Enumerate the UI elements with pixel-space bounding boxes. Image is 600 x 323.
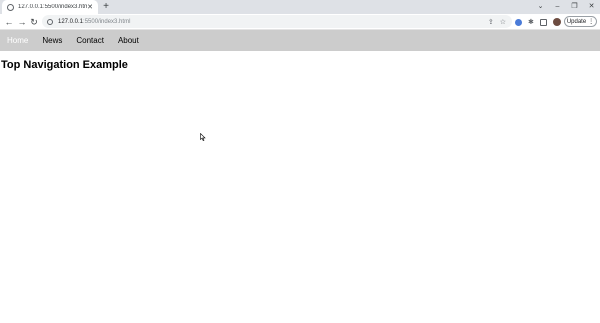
share-icon[interactable]: ⇪ [488, 18, 494, 26]
globe-icon [7, 3, 14, 11]
page-viewport: Home News Contact About Top Navigation Exam… [0, 30, 600, 323]
nav-link-news[interactable]: News [35, 30, 69, 51]
extension-icons: ✱ [515, 16, 561, 28]
reload-button[interactable]: ↻ [28, 16, 40, 28]
browser-tab[interactable]: 127.0.0.1:5500/index3.html ✕ [2, 0, 98, 14]
tab-close-icon[interactable]: ✕ [87, 4, 93, 11]
nav-link-about[interactable]: About [111, 30, 146, 51]
back-button[interactable]: ← [3, 16, 15, 28]
restore-icon[interactable]: ❐ [566, 0, 583, 14]
tab-title: 127.0.0.1:5500/index3.html [18, 4, 88, 10]
tab-strip: 127.0.0.1:5500/index3.html ✕ + ⌄ – ❐ ✕ [0, 0, 600, 14]
top-navigation: Home News Contact About [0, 30, 600, 51]
extensions-puzzle-icon[interactable]: ✱ [528, 18, 534, 26]
page-title: Top Navigation Example [1, 59, 128, 71]
side-panel-icon[interactable] [539, 18, 547, 26]
mouse-cursor-icon [200, 133, 206, 141]
site-info-icon[interactable] [47, 18, 53, 25]
url-text: 127.0.0.1:5500/index3.html [58, 19, 130, 25]
tab-search-icon[interactable]: ⌄ [532, 0, 549, 14]
nav-link-home[interactable]: Home [0, 30, 35, 51]
bookmark-star-icon[interactable]: ☆ [500, 18, 506, 26]
nav-link-contact[interactable]: Contact [69, 30, 111, 51]
close-window-icon[interactable]: ✕ [583, 0, 600, 14]
new-tab-button[interactable]: + [101, 1, 111, 12]
update-button[interactable]: Update ⋮ [564, 16, 597, 27]
forward-button[interactable]: → [16, 16, 28, 28]
extension-icon[interactable] [515, 18, 522, 26]
url-path: :5500/index3.html [83, 18, 131, 25]
window-controls: ⌄ – ❐ ✕ [532, 0, 600, 14]
url-host: 127.0.0.1 [58, 18, 84, 25]
address-bar[interactable]: 127.0.0.1:5500/index3.html ⇪ ☆ [42, 15, 512, 28]
omnibox-icons: ⇪ ☆ [488, 15, 506, 28]
update-label: Update [566, 18, 587, 25]
minimize-icon[interactable]: – [549, 0, 566, 14]
profile-avatar[interactable] [552, 18, 561, 26]
more-menu-icon: ⋮ [588, 19, 595, 25]
browser-toolbar: ← → ↻ 127.0.0.1:5500/index3.html ⇪ ☆ ✱ U… [0, 14, 600, 30]
